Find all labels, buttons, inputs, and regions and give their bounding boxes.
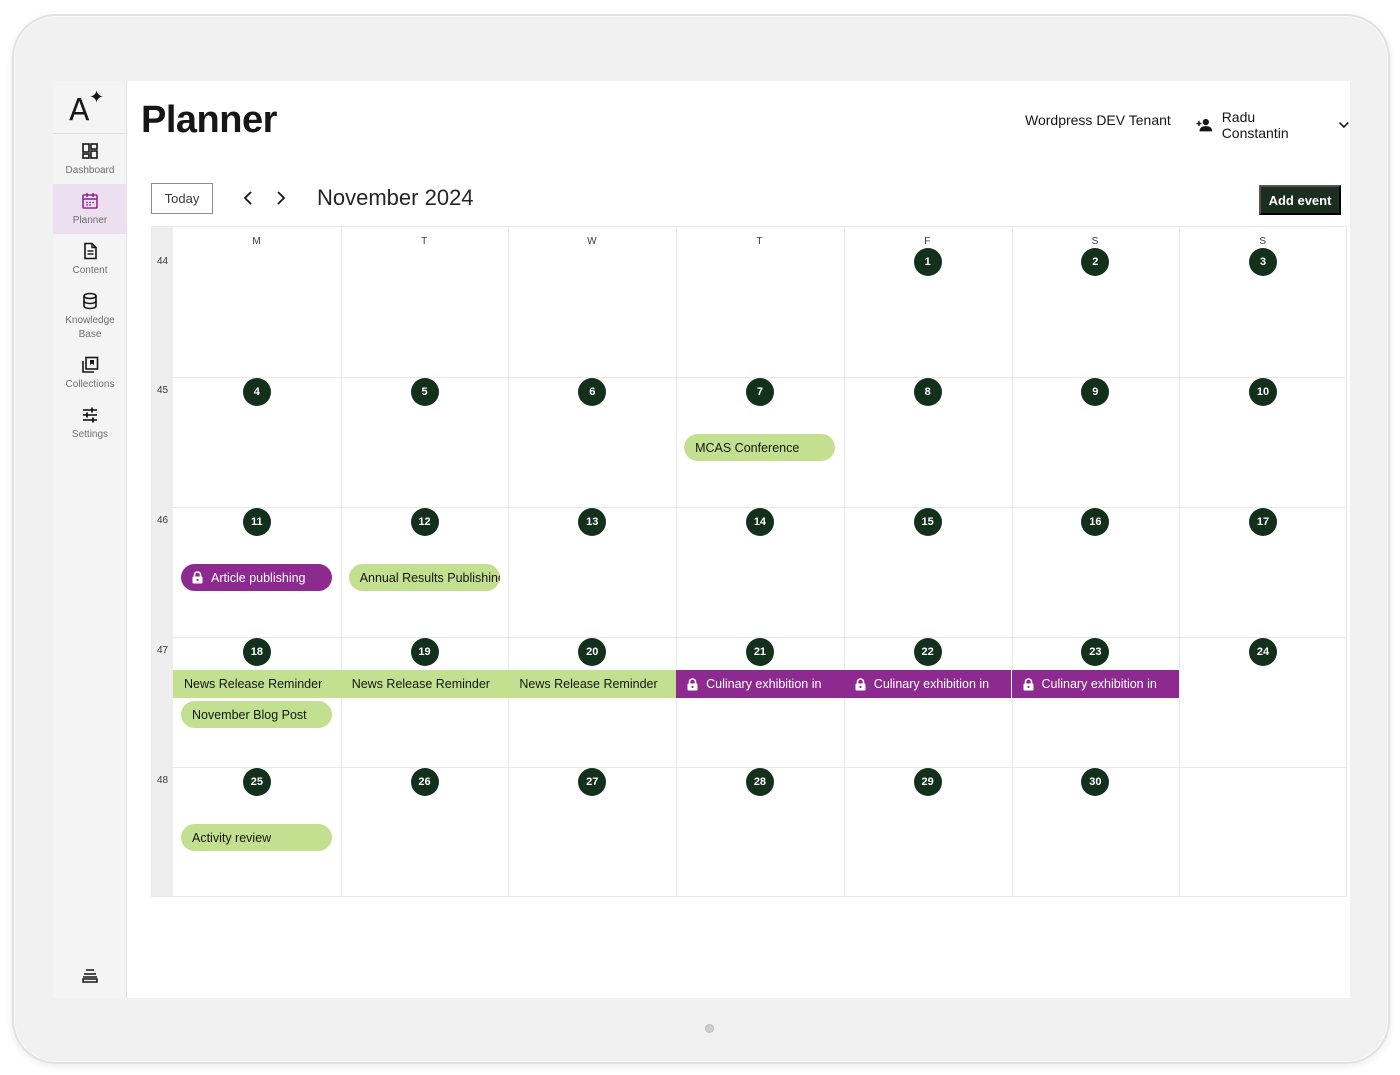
logo-letter: A — [69, 93, 90, 128]
day-number[interactable]: 29 — [913, 768, 942, 796]
week-number: 45 — [157, 385, 169, 396]
day-number[interactable]: 5 — [410, 378, 439, 406]
sidebar-item-label: Knowledge Base — [65, 315, 115, 340]
day-number[interactable]: 8 — [913, 378, 942, 406]
lock-icon — [1023, 677, 1033, 690]
day-cell[interactable] — [1179, 767, 1347, 897]
calendar-event[interactable]: November Blog Post — [181, 701, 332, 728]
week-number-column — [152, 227, 173, 896]
sidebar-item-dashboard[interactable]: Dashboard — [53, 134, 127, 184]
event-title: News Release Reminder — [519, 677, 658, 691]
week-number: 47 — [157, 645, 169, 656]
day-number[interactable]: 4 — [242, 378, 271, 406]
day-number[interactable]: 7 — [745, 378, 774, 406]
day-number[interactable]: 12 — [410, 508, 439, 536]
sidebar-item-notebook[interactable] — [53, 966, 127, 984]
event-title: Activity review — [192, 830, 272, 845]
day-cell[interactable] — [341, 227, 509, 377]
calendar-event[interactable]: Activity review — [181, 824, 332, 851]
lock-icon — [855, 677, 866, 690]
day-number[interactable]: 15 — [913, 508, 942, 536]
user-name: Radu Constantin — [1221, 109, 1289, 141]
calendar-event[interactable]: News Release Reminder — [340, 670, 509, 698]
week-number: 46 — [157, 515, 169, 526]
day-number[interactable]: 3 — [1249, 248, 1278, 276]
sidebar: A ✦ Dashboard Planner Content Knowledge … — [53, 81, 127, 998]
month-calendar: M T W T F S S 44 1 2 3 45 4 5 6 7 8 9 10 46 11 12 13 14 15 16 17 47… — [151, 226, 1347, 897]
event-title: News Release Reminder — [351, 677, 490, 691]
calendar-icon — [82, 193, 98, 209]
event-title: Article publishing — [211, 570, 306, 585]
event-title: Annual Results Publishing — [359, 570, 500, 585]
sidebar-item-label: Settings — [71, 429, 109, 440]
calendar-event[interactable]: Culinary exhibition in — [676, 670, 844, 698]
month-title: November 2024 — [317, 185, 474, 210]
lock-icon — [687, 677, 698, 690]
calendar-event[interactable]: News Release Reminder — [173, 670, 341, 698]
camera-dot — [705, 1024, 714, 1033]
day-number[interactable]: 14 — [745, 508, 774, 536]
week-number: 48 — [157, 775, 169, 786]
chevron-down-icon — [1339, 121, 1350, 129]
day-number[interactable]: 21 — [745, 638, 774, 666]
calendar-event[interactable]: Annual Results Publishing — [348, 564, 500, 591]
app-logo[interactable]: A ✦ — [53, 81, 126, 134]
sidebar-item-knowledge-base[interactable]: Knowledge Base — [53, 284, 127, 348]
day-number[interactable]: 11 — [242, 508, 271, 536]
tenant-selector[interactable]: Wordpress DEV Tenant — [1025, 112, 1171, 128]
app-screen: A ✦ Dashboard Planner Content Knowledge … — [53, 81, 1350, 998]
day-number[interactable]: 18 — [242, 638, 271, 666]
page-title: Planner — [141, 99, 277, 141]
sparkle-icon: ✦ — [89, 87, 105, 107]
day-number[interactable]: 19 — [410, 638, 439, 666]
collections-icon — [82, 356, 99, 373]
calendar-event[interactable]: Culinary exhibition in — [843, 670, 1012, 698]
sidebar-item-label: Collections — [65, 379, 115, 390]
add-event-button[interactable]: Add event — [1259, 185, 1341, 215]
event-title: Culinary exhibition in — [706, 677, 822, 691]
user-menu[interactable]: Radu Constantin — [1196, 109, 1350, 141]
week-number: 44 — [157, 256, 169, 267]
sidebar-item-label: Planner — [72, 215, 108, 226]
sidebar-item-label: Content — [72, 265, 108, 276]
sidebar-item-content[interactable]: Content — [53, 234, 127, 284]
event-title: November Blog Post — [192, 707, 307, 722]
chevron-right-icon[interactable] — [271, 189, 289, 207]
event-title: Culinary exhibition in — [873, 677, 990, 691]
day-cell[interactable] — [508, 227, 676, 377]
today-button[interactable]: Today — [151, 183, 213, 214]
day-number[interactable]: 24 — [1249, 638, 1278, 666]
document-icon — [84, 242, 97, 260]
sidebar-item-settings[interactable]: Settings — [53, 398, 127, 448]
lock-icon — [192, 571, 203, 584]
sliders-icon — [83, 407, 97, 423]
calendar-event[interactable]: Culinary exhibition in — [1011, 670, 1180, 698]
sidebar-item-label: Dashboard — [65, 165, 115, 176]
calendar-event[interactable]: Article publishing — [181, 564, 332, 591]
day-number[interactable]: 10 — [1249, 378, 1278, 406]
event-title: News Release Reminder — [184, 677, 323, 691]
user-add-icon — [1196, 118, 1213, 132]
day-number[interactable]: 22 — [913, 638, 942, 666]
calendar-event[interactable]: MCAS Conference — [684, 434, 836, 461]
day-number[interactable]: 28 — [745, 768, 774, 796]
day-number[interactable]: 25 — [242, 768, 271, 796]
day-number[interactable]: 26 — [410, 768, 439, 796]
sidebar-item-collections[interactable]: Collections — [53, 348, 127, 398]
day-cell[interactable] — [676, 227, 844, 377]
event-title: MCAS Conference — [695, 440, 800, 455]
day-number[interactable]: 17 — [1249, 508, 1278, 536]
day-number[interactable]: 1 — [913, 248, 942, 276]
chevron-left-icon[interactable] — [240, 189, 258, 207]
notebook-icon — [82, 969, 98, 983]
dashboard-icon — [82, 143, 98, 159]
day-cell[interactable] — [173, 227, 341, 377]
calendar-event[interactable]: News Release Reminder — [508, 670, 677, 698]
sidebar-item-planner[interactable]: Planner — [53, 184, 127, 234]
event-title: Culinary exhibition in — [1041, 677, 1157, 691]
database-icon — [83, 292, 97, 310]
